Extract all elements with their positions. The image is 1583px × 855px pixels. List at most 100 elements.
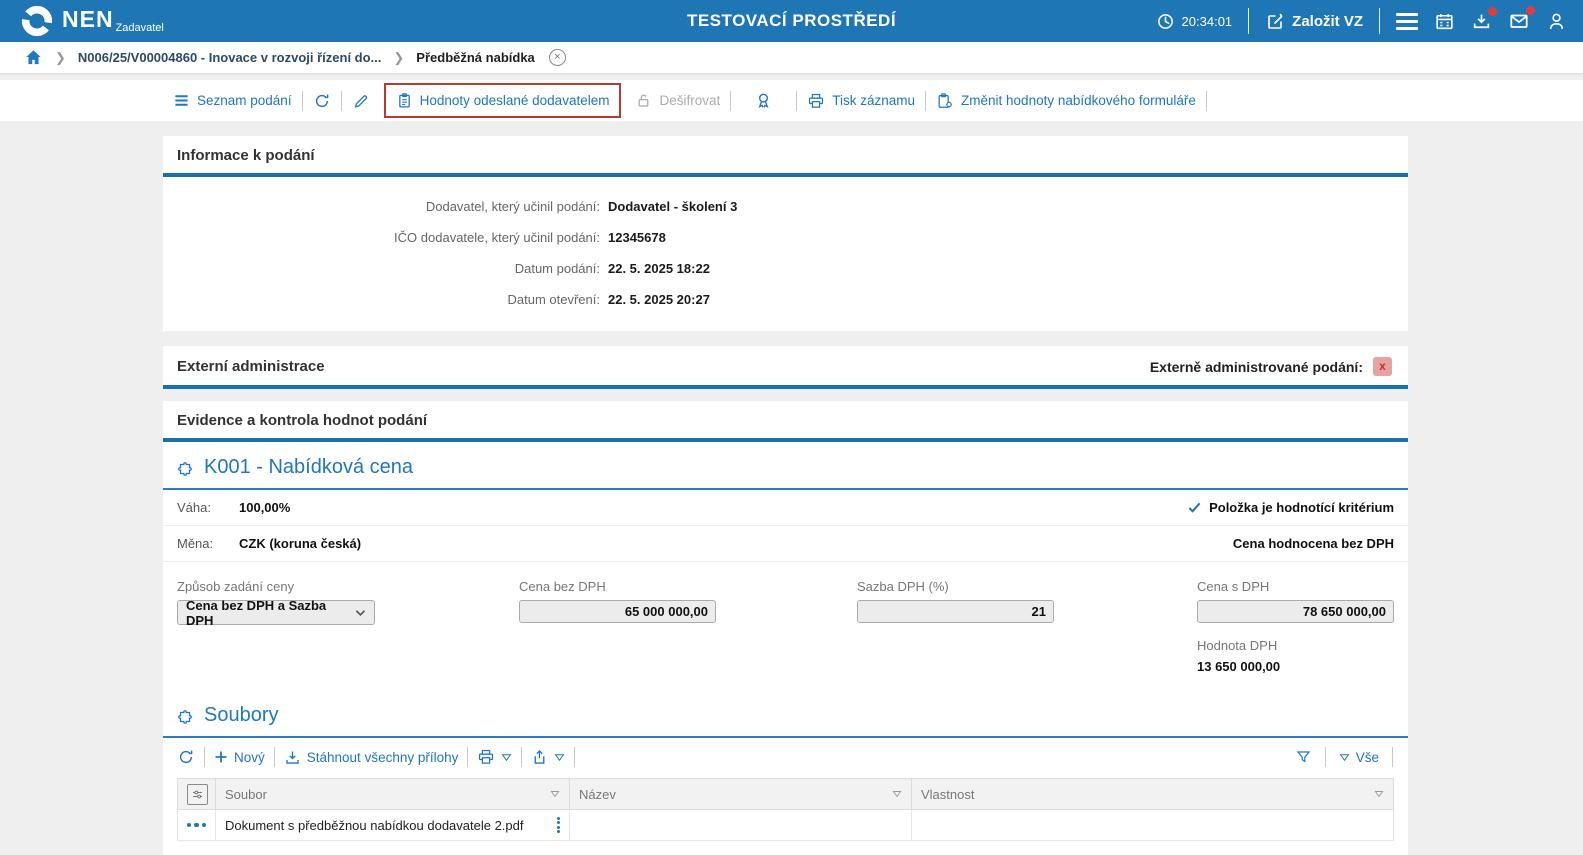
divider (1392, 747, 1393, 767)
edit-record-button[interactable] (343, 92, 379, 110)
divider (1379, 8, 1380, 34)
filter-button[interactable] (1287, 749, 1320, 766)
divider (1248, 8, 1249, 34)
flag-kriterium: Položka je hodnotící kritérium (1209, 500, 1394, 515)
sort-triangle-icon[interactable] (1374, 790, 1384, 798)
breadcrumb: ❯ N006/25/V00004860 - Inovace v rozvoji … (0, 42, 1583, 74)
zpusob-select[interactable]: Cena bez DPH a Sazba DPH (177, 600, 375, 625)
download-all-button[interactable]: Stáhnout všechny přílohy (276, 749, 467, 766)
medal-icon (754, 91, 773, 110)
user-profile-icon[interactable] (1546, 11, 1567, 32)
dropdown-triangle-icon (1339, 753, 1350, 762)
brand-subtitle: Zadavatel (116, 22, 164, 34)
breadcrumb-item-current: Předběžná nabídka (416, 50, 534, 65)
files-table: Soubor Název V (177, 778, 1394, 841)
info-field-row: Datum podání: 22. 5. 2025 18:22 (163, 253, 1408, 284)
drag-handle-icon[interactable] (557, 817, 560, 834)
soubory-toolbar: Nový Stáhnout všechny přílohy (163, 738, 1408, 774)
refresh-icon (177, 748, 195, 766)
desifrovat-button[interactable]: Dešifrovat (626, 92, 729, 109)
file-name[interactable]: Dokument s předběžnou nabídkou dodavatel… (225, 818, 524, 833)
nen-logo[interactable]: NEN Zadavatel (0, 4, 164, 38)
k001-meta-row: Váha: 100,00% Položka je hodnotící krité… (163, 490, 1408, 526)
downloads-tray-icon[interactable] (1471, 11, 1492, 32)
extern-status-label: Externě administrované podání: (1150, 359, 1363, 375)
evidence-panel-title: Evidence a kontrola hodnot podání (177, 412, 427, 429)
unlock-icon (635, 92, 652, 109)
nen-logo-icon (20, 4, 54, 38)
mail-icon[interactable] (1508, 10, 1530, 32)
divider (925, 91, 926, 111)
cena-s-dph-field: Cena s DPH Hodnota DPH 13 650 000,00 (1197, 579, 1394, 674)
seznam-podani-button[interactable]: Seznam podání (164, 92, 301, 109)
divider (274, 747, 275, 767)
refresh-icon (313, 92, 331, 110)
filter-vse-button[interactable]: Vše (1331, 750, 1387, 765)
table-row[interactable]: Dokument s předběžnou nabídkou dodavatel… (178, 810, 1394, 841)
tisk-zaznamu-button[interactable]: Tisk záznamu (798, 92, 924, 110)
new-file-button[interactable]: Nový (206, 750, 273, 765)
top-header-bar: NEN Zadavatel TESTOVACÍ PROSTŘEDÍ 20:34:… (0, 0, 1583, 42)
cena-bez-dph-input[interactable] (519, 600, 716, 623)
k001-meta-row: Měna: CZK (koruna česká) Cena hodnocena … (163, 526, 1408, 562)
sazba-dph-field: Sazba DPH (%) (857, 579, 1197, 674)
info-panel: Informace k podání Dodavatel, který učin… (163, 136, 1408, 331)
cell-nazev (570, 810, 912, 841)
breadcrumb-item-procurement[interactable]: N006/25/V00004860 - Inovace v rozvoji ří… (78, 50, 381, 65)
plus-icon (214, 750, 228, 764)
info-field-row: Dodavatel, který učinil podání: Dodavate… (163, 191, 1408, 222)
puzzle-icon (177, 707, 195, 725)
printer-icon (477, 748, 495, 766)
notification-dot (1526, 6, 1535, 15)
export-files-button[interactable] (523, 749, 573, 766)
clipboard-icon (396, 92, 413, 109)
check-icon (1187, 500, 1202, 515)
dropdown-triangle-icon (554, 753, 565, 762)
close-tab-icon[interactable]: × (549, 49, 566, 66)
home-icon[interactable] (24, 48, 43, 67)
pencil-icon (352, 92, 370, 110)
extern-panel: Externí administrace Externě administrov… (163, 346, 1408, 389)
divider (341, 91, 342, 111)
column-settings-header[interactable] (178, 779, 216, 810)
sort-triangle-icon[interactable] (892, 790, 902, 798)
clock-widget: 20:34:01 (1156, 12, 1233, 31)
row-actions-cell[interactable] (178, 810, 216, 841)
refresh-button[interactable] (304, 92, 340, 110)
cena-s-dph-input[interactable] (1197, 600, 1394, 623)
hodnota-dph-field: Hodnota DPH 13 650 000,00 (1197, 638, 1394, 674)
k001-title: K001 - Nabídková cena (204, 456, 413, 479)
soubory-section-header: Soubory (163, 690, 1408, 738)
create-vz-label: Založit VZ (1292, 13, 1363, 30)
extern-panel-title: Externí administrace (177, 358, 325, 375)
divider (796, 91, 797, 111)
printer-icon (807, 92, 825, 110)
menu-icon[interactable] (1396, 9, 1418, 34)
clock-icon (1156, 12, 1175, 31)
chevron-right-icon: ❯ (55, 50, 66, 66)
sazba-dph-input[interactable] (857, 600, 1054, 623)
sort-triangle-icon[interactable] (550, 790, 560, 798)
dropdown-triangle-icon (501, 753, 512, 762)
create-vz-button[interactable]: Založit VZ (1265, 11, 1363, 31)
divider (574, 747, 575, 767)
calendar-icon[interactable] (1434, 11, 1455, 32)
row-menu-icon[interactable] (187, 823, 206, 828)
column-header-soubor[interactable]: Soubor (216, 779, 570, 810)
chevron-down-icon (355, 609, 366, 617)
refresh-files-button[interactable] (177, 748, 203, 766)
award-button[interactable] (732, 91, 795, 110)
info-field-row: Datum otevření: 22. 5. 2025 20:27 (163, 284, 1408, 315)
cena-bez-dph-field: Cena bez DPH (519, 579, 857, 674)
print-files-button[interactable] (469, 748, 520, 766)
divider (1206, 91, 1207, 111)
info-panel-title: Informace k podání (177, 147, 315, 164)
divider (302, 91, 303, 111)
column-header-vlastnost[interactable]: Vlastnost (912, 779, 1394, 810)
list-icon (173, 92, 190, 109)
hodnoty-odeslane-button[interactable]: Hodnoty odeslané dodavatelem (384, 83, 622, 118)
column-header-nazev[interactable]: Název (570, 779, 912, 810)
zmenit-hodnoty-button[interactable]: Změnit hodnoty nabídkového formuláře (927, 92, 1205, 110)
divider (521, 747, 522, 767)
status-no-icon: x (1373, 357, 1392, 376)
